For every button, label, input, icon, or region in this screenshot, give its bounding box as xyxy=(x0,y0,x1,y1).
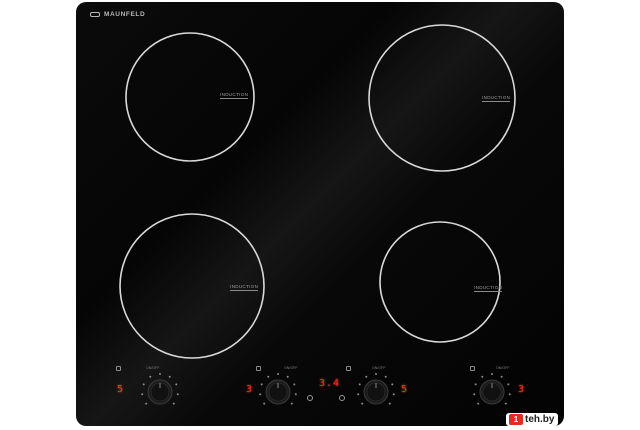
zone-label-bottom-right: INDUCTION xyxy=(474,285,503,292)
watermark-text: teh.by xyxy=(525,414,555,425)
knob-dial-dot xyxy=(357,393,360,396)
knob-dial-dot xyxy=(358,383,361,386)
cooktop-glass-panel: MAUNFELD INDUCTION INDUCTION INDUCTION I… xyxy=(76,2,564,426)
knob-dial-dot xyxy=(267,375,270,378)
knob-dial-dot xyxy=(365,375,368,378)
knob-dial-dot xyxy=(168,375,171,378)
timer-clock-icon[interactable] xyxy=(339,395,345,401)
knob-dial-dot xyxy=(260,383,263,386)
power-label-1: ON/OFF xyxy=(146,366,160,370)
timer-display: 3.4 xyxy=(319,378,341,389)
knob-dial-dot xyxy=(263,402,266,405)
knob-dial-dot xyxy=(481,375,484,378)
power-label-2: ON/OFF xyxy=(284,366,298,370)
knob-dial-dot xyxy=(375,373,377,375)
knob-dial-dot xyxy=(507,383,510,386)
site-watermark: 1 teh.by xyxy=(506,413,559,426)
knob-dial-dot xyxy=(286,375,289,378)
knob-2[interactable] xyxy=(265,379,291,405)
knob-1[interactable] xyxy=(147,379,173,405)
power-label-3: ON/OFF xyxy=(372,366,386,370)
timer-clock-icon[interactable] xyxy=(307,395,313,401)
zone-label-bottom-left: INDUCTION xyxy=(230,284,259,291)
knob-dial-dot xyxy=(142,383,145,386)
knob-dial-dot xyxy=(290,402,293,405)
knob-dial-dot xyxy=(491,373,493,375)
zone-label-top-right: INDUCTION xyxy=(482,95,511,102)
power-level-display-4: 3 xyxy=(518,384,526,395)
knob-dial-dot xyxy=(294,393,297,396)
lock-icon[interactable] xyxy=(346,366,351,371)
knob-dial-dot xyxy=(172,402,175,405)
knob-dial-dot xyxy=(392,393,395,396)
knob-dial-dot xyxy=(175,383,178,386)
power-level-display-3: 5 xyxy=(401,384,409,395)
brand-name: MAUNFELD xyxy=(104,11,146,18)
knob-dial-dot xyxy=(384,375,387,378)
knob-dial-dot xyxy=(388,402,391,405)
knob-dial-dot xyxy=(159,373,161,375)
knob-dial-dot xyxy=(277,373,279,375)
knob-dial-dot xyxy=(149,375,152,378)
knob-dial-dot xyxy=(474,383,477,386)
lock-icon[interactable] xyxy=(256,366,261,371)
knob-dial-dot xyxy=(473,393,476,396)
knob-dial-dot xyxy=(259,393,262,396)
knob-dial-dot xyxy=(141,393,144,396)
knob-3[interactable] xyxy=(363,379,389,405)
knob-4[interactable] xyxy=(479,379,505,405)
lock-icon[interactable] xyxy=(470,366,475,371)
cooking-zone-ring-bottom-right xyxy=(379,221,501,343)
power-level-display-2: 3 xyxy=(246,384,254,395)
knob-dial-dot xyxy=(477,402,480,405)
knob-dial-dot xyxy=(293,383,296,386)
knob-dial-dot xyxy=(391,383,394,386)
knob-dial-dot xyxy=(145,402,148,405)
brand-logo: MAUNFELD xyxy=(90,11,145,18)
lock-icon[interactable] xyxy=(116,366,121,371)
knob-dial-dot xyxy=(500,375,503,378)
knob-dial-dot xyxy=(508,393,511,396)
knob-dial-dot xyxy=(176,393,179,396)
brand-logo-icon xyxy=(90,12,100,17)
cooktop-graphics xyxy=(119,24,516,405)
power-level-display-1: 5 xyxy=(117,384,125,395)
knob-dial-dot xyxy=(504,402,507,405)
watermark-logo-icon: 1 xyxy=(509,414,523,425)
knob-dial-dot xyxy=(361,402,364,405)
power-label-4: ON/OFF xyxy=(496,366,510,370)
zone-label-top-left: INDUCTION xyxy=(220,92,249,99)
